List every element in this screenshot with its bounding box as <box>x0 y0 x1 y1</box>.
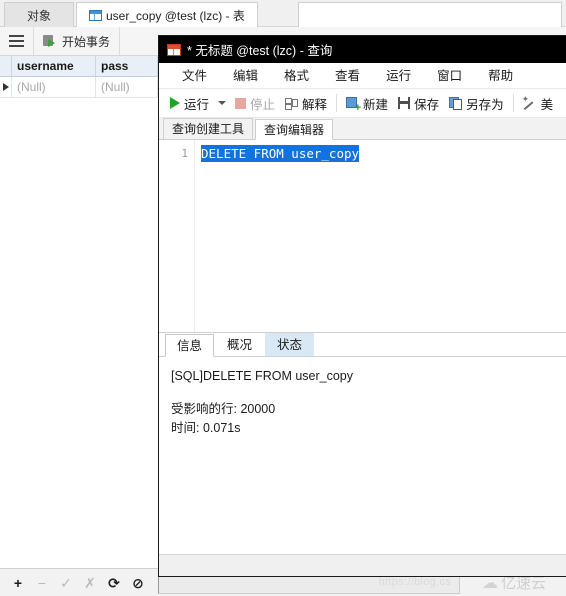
play-icon <box>170 97 180 109</box>
stop-label: 停止 <box>250 97 276 112</box>
query-toolbar: 运行 停止 解释 新建 保存 另存为 <box>159 89 566 118</box>
cancel-change-button[interactable]: ✗ <box>78 572 102 594</box>
query-window: * 无标题 @test (lzc) - 查询 文件 编辑 格式 查看 运行 窗口… <box>158 35 566 577</box>
grid-header-row: username pass <box>0 56 158 77</box>
tab-user-copy-label: user_copy @test (lzc) - 表 <box>106 8 245 23</box>
record-nav-buttons: + − ✓ ✗ ⟳ ⊘ <box>0 572 158 594</box>
toolbar-separator <box>336 94 338 112</box>
new-query-icon <box>346 97 361 113</box>
tab-profile[interactable]: 概况 <box>215 333 264 356</box>
save-button[interactable]: 保存 <box>393 90 444 116</box>
main-tab-bar: 对象 user_copy @test (lzc) - 表 <box>0 0 566 27</box>
apply-change-button[interactable]: ✓ <box>54 572 78 594</box>
begin-transaction-label: 开始事务 <box>62 34 111 49</box>
beautify-wand-icon <box>522 94 537 110</box>
watermark-url: https://blog.cs <box>378 575 451 588</box>
tab-status[interactable]: 状态 <box>265 333 315 356</box>
line-number: 1 <box>181 147 188 160</box>
beautify-label: 美 <box>540 97 554 112</box>
begin-transaction-button[interactable]: 开始事务 <box>34 27 121 55</box>
query-window-title: * 无标题 @test (lzc) - 查询 <box>187 44 333 58</box>
grid-column-username[interactable]: username <box>12 56 96 77</box>
query-window-titlebar[interactable]: * 无标题 @test (lzc) - 查询 <box>159 36 566 63</box>
beautify-sql-button[interactable]: 美 <box>518 90 559 116</box>
row-current-indicator <box>0 77 12 98</box>
grid-header-rowmark <box>0 56 12 77</box>
menu-window[interactable]: 窗口 <box>424 63 475 89</box>
sql-selected-text[interactable]: DELETE FROM user_copy <box>201 145 360 162</box>
explain-button[interactable]: 解释 <box>280 90 332 116</box>
stop-query-button: 停止 <box>230 90 280 116</box>
result-time: 时间: 0.071s <box>171 421 241 435</box>
result-output: [SQL]DELETE FROM user_copy 受影响的行: 20000 … <box>159 357 566 448</box>
tab-info[interactable]: 信息 <box>165 334 215 357</box>
save-label: 保存 <box>414 97 440 112</box>
menu-file[interactable]: 文件 <box>169 63 220 89</box>
menu-format[interactable]: 格式 <box>271 63 322 89</box>
toolbar-separator-2 <box>512 94 514 112</box>
cell-username[interactable]: (Null) <box>12 77 96 98</box>
cell-pass[interactable]: (Null) <box>96 77 158 98</box>
explain-icon <box>285 97 299 110</box>
query-menubar: 文件 编辑 格式 查看 运行 窗口 帮助 <box>159 63 566 89</box>
run-button[interactable]: 运行 <box>165 90 214 116</box>
stop-icon <box>235 97 247 109</box>
save-as-button[interactable]: 另存为 <box>444 90 509 116</box>
result-affected-rows: 受影响的行: 20000 <box>171 402 276 416</box>
sql-code[interactable]: DELETE FROM user_copy <box>201 145 562 162</box>
tab-overflow-area <box>298 2 562 27</box>
menu-view[interactable]: 查看 <box>322 63 373 89</box>
add-record-button[interactable]: + <box>6 572 30 594</box>
chevron-down-icon[interactable] <box>218 101 227 105</box>
run-label: 运行 <box>184 97 210 112</box>
result-tabs: 信息 概况 状态 <box>159 333 566 357</box>
tab-query-editor[interactable]: 查询编辑器 <box>255 119 334 140</box>
query-window-icon <box>167 43 181 56</box>
save-as-label: 另存为 <box>466 97 504 112</box>
tab-objects[interactable]: 对象 <box>4 2 74 27</box>
transaction-icon <box>43 34 57 48</box>
grid-column-pass[interactable]: pass <box>96 56 158 77</box>
result-pane: 信息 概况 状态 [SQL]DELETE FROM user_copy 受影响的… <box>159 333 566 448</box>
editor-gutter: 1 <box>159 140 195 332</box>
remove-record-button[interactable]: − <box>30 572 54 594</box>
tab-objects-label: 对象 <box>26 8 51 23</box>
screen-root: 对象 user_copy @test (lzc) - 表 开始事务 userna… <box>0 0 566 596</box>
hamburger-icon[interactable] <box>0 27 34 55</box>
result-spacer <box>171 386 554 400</box>
sql-editor[interactable]: 1 DELETE FROM user_copy <box>159 140 566 333</box>
menu-run[interactable]: 运行 <box>373 63 424 89</box>
save-icon <box>398 97 411 109</box>
table-grid-icon <box>89 9 102 21</box>
new-query-button[interactable]: 新建 <box>341 90 393 116</box>
refresh-button[interactable]: ⟳ <box>102 572 126 594</box>
tab-user-copy[interactable]: user_copy @test (lzc) - 表 <box>76 2 258 27</box>
query-editor-tabs: 查询创建工具 查询编辑器 <box>159 118 566 140</box>
tab-query-builder[interactable]: 查询创建工具 <box>163 118 254 139</box>
save-as-icon <box>449 97 463 110</box>
menu-help[interactable]: 帮助 <box>475 63 526 89</box>
query-window-footer <box>159 554 566 576</box>
new-label: 新建 <box>363 97 389 112</box>
explain-label: 解释 <box>302 97 328 112</box>
table-row[interactable]: (Null) (Null) <box>0 77 158 98</box>
stop-button[interactable]: ⊘ <box>126 572 150 594</box>
data-grid[interactable]: username pass (Null) (Null) <box>0 56 159 568</box>
result-sql-line: [SQL]DELETE FROM user_copy <box>171 369 354 383</box>
menu-edit[interactable]: 编辑 <box>220 63 271 89</box>
